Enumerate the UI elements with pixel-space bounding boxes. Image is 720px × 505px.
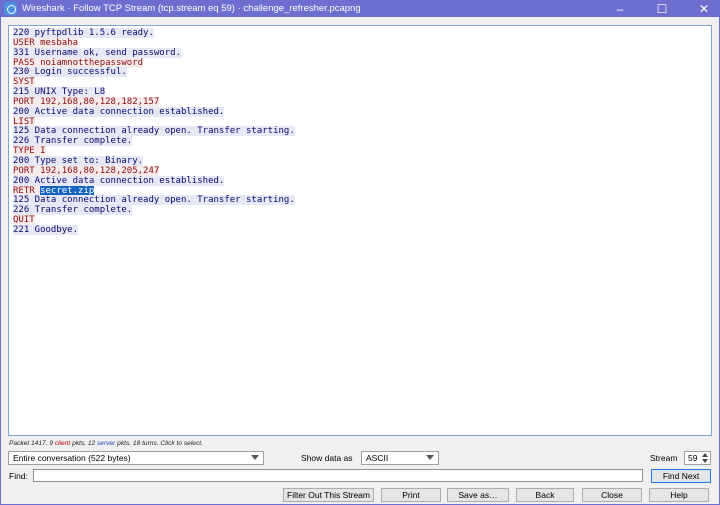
title-bar: Wireshark · Follow TCP Stream (tcp.strea…: [0, 0, 720, 17]
info-client-word: client: [54, 440, 71, 447]
info-prefix: Packet 1417. 9: [9, 440, 55, 447]
server-stream-line[interactable]: 226 Transfer complete.: [13, 205, 707, 216]
back-button[interactable]: Back: [516, 488, 574, 502]
info-server-word: server: [97, 440, 116, 447]
stream-spinbox-value: 59: [688, 453, 698, 463]
close-dialog-button[interactable]: Close: [582, 488, 642, 502]
find-input[interactable]: [33, 469, 643, 482]
server-stream-line[interactable]: 200 Active data connection established.: [13, 175, 707, 187]
chevron-down-icon: [426, 455, 434, 460]
find-next-button[interactable]: Find Next: [651, 469, 711, 483]
server-stream-line[interactable]: 220 pyftpdlib 1.5.6 ready.: [13, 28, 707, 39]
chevron-down-icon: [251, 455, 259, 460]
server-stream-line[interactable]: 226 Transfer complete.: [13, 136, 707, 147]
stream-label: Stream: [650, 453, 678, 463]
minimize-button[interactable]: –: [605, 0, 635, 17]
packet-info: Packet 1417. 9 client pkts, 12 server pk…: [9, 440, 203, 447]
show-data-label: Show data as: [301, 453, 353, 463]
server-stream-line[interactable]: 221 Goodbye.: [13, 224, 707, 236]
maximize-button[interactable]: ☐: [647, 0, 677, 17]
stream-spinbox[interactable]: 59: [684, 451, 711, 465]
show-data-select[interactable]: ASCII: [361, 451, 439, 465]
show-data-select-value: ASCII: [366, 453, 389, 463]
selected-text[interactable]: secret.zip: [40, 185, 95, 196]
follow-stream-window: 220 pyftpdlib 1.5.6 ready. USER mesbaha 33…: [0, 17, 720, 505]
info-middle: pkts, 12: [70, 440, 97, 447]
conversation-select[interactable]: Entire conversation (522 bytes): [8, 451, 264, 465]
print-button[interactable]: Print: [381, 488, 441, 502]
client-stream-line[interactable]: QUIT: [13, 215, 707, 226]
conversation-select-value: Entire conversation (522 bytes): [13, 453, 131, 463]
stream-content[interactable]: 220 pyftpdlib 1.5.6 ready. USER mesbaha 33…: [8, 25, 712, 436]
find-label: Find:: [9, 471, 28, 481]
spin-arrows-icon[interactable]: [701, 453, 709, 463]
filter-out-stream-button[interactable]: Filter Out This Stream: [283, 488, 374, 502]
client-stream-line[interactable]: SYST: [13, 77, 707, 88]
server-stream-line[interactable]: 230 Login successful.: [13, 67, 707, 78]
save-as-button[interactable]: Save as…: [447, 488, 509, 502]
info-suffix: pkts, 18 turns. Click to select.: [115, 440, 203, 447]
wireshark-icon: [4, 2, 17, 15]
window-title: Wireshark · Follow TCP Stream (tcp.strea…: [22, 3, 361, 14]
help-button[interactable]: Help: [649, 488, 709, 502]
close-button[interactable]: ✕: [689, 0, 719, 17]
server-stream-line[interactable]: 200 Active data connection established.: [13, 106, 707, 118]
